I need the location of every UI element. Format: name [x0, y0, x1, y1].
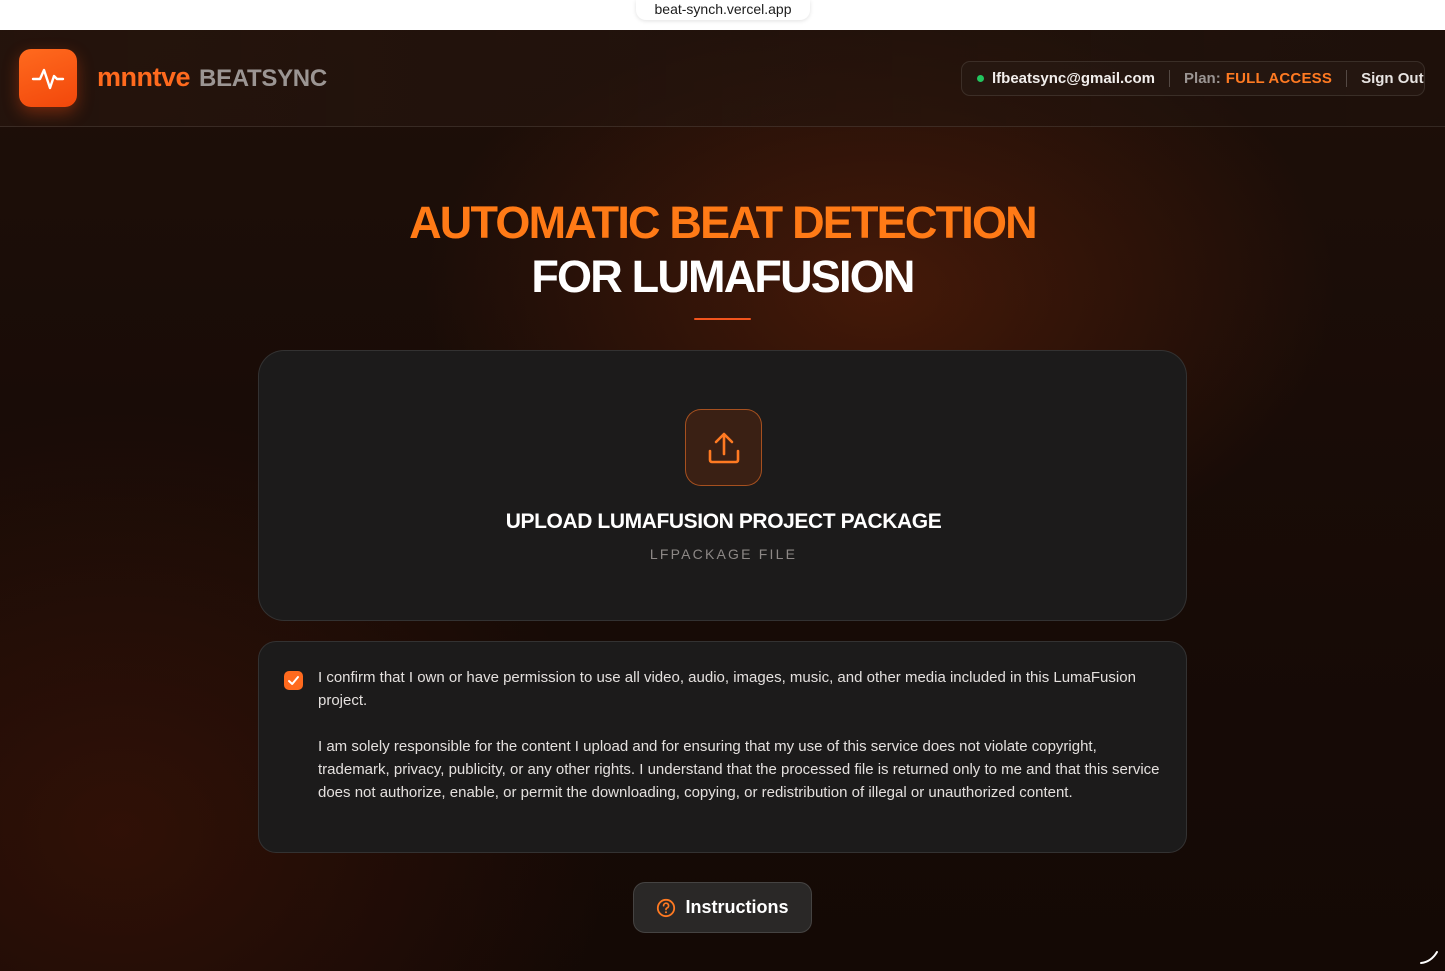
divider	[1169, 70, 1171, 87]
upload-dropzone[interactable]: UPLOAD LUMAFUSION PROJECT PACKAGE LFPACK…	[258, 350, 1187, 621]
account-email: lfbeatsync@gmail.com	[992, 70, 1156, 87]
consent-paragraph-2: I am solely responsible for the content …	[318, 738, 1160, 801]
plan-label: Plan:	[1184, 70, 1221, 87]
logo[interactable]	[19, 49, 77, 107]
browser-address-bar: beat-synch.vercel.app	[0, 0, 1445, 30]
pulse-waveform-icon	[31, 68, 65, 90]
browser-url[interactable]: beat-synch.vercel.app	[636, 0, 810, 20]
brand-sub: BEATSYNC	[199, 65, 327, 92]
online-status-dot	[977, 75, 984, 82]
hero-title-line2: FOR LUMAFUSION	[531, 251, 915, 302]
instructions-button[interactable]: Instructions	[633, 882, 812, 933]
upload-subtitle: LFPACKAGE FILE	[649, 546, 798, 562]
resize-corner-icon[interactable]	[1419, 943, 1441, 965]
brand-main: mnntve	[97, 62, 191, 92]
hero-title-line1: AUTOMATIC BEAT DETECTION	[409, 197, 1038, 248]
checkmark-icon	[288, 676, 299, 685]
app-root: mnntve BEATSYNC lfbeatsync@gmail.com Pla…	[0, 30, 1445, 971]
hero-divider	[694, 318, 751, 320]
instructions-label: Instructions	[685, 897, 789, 917]
divider	[1346, 70, 1348, 87]
upload-icon-button[interactable]	[685, 409, 762, 486]
plan-value: FULL ACCESS	[1225, 70, 1333, 87]
consent-panel: I confirm that I own or have permission …	[258, 641, 1187, 853]
upload-tray-icon	[708, 432, 739, 463]
question-circle-icon	[657, 898, 676, 917]
top-header: mnntve BEATSYNC lfbeatsync@gmail.com Pla…	[0, 30, 1445, 127]
upload-title: UPLOAD LUMAFUSION PROJECT PACKAGE	[505, 510, 942, 533]
account-panel: lfbeatsync@gmail.com Plan: FULL ACCESS S…	[961, 61, 1425, 96]
consent-paragraph-1: I confirm that I own or have permission …	[318, 669, 1136, 709]
consent-text: I confirm that I own or have permission …	[318, 666, 1168, 804]
consent-checkbox[interactable]	[284, 671, 303, 690]
brand-wordmark[interactable]: mnntve BEATSYNC	[97, 62, 327, 94]
sign-out-button[interactable]: Sign Out	[1361, 70, 1424, 87]
